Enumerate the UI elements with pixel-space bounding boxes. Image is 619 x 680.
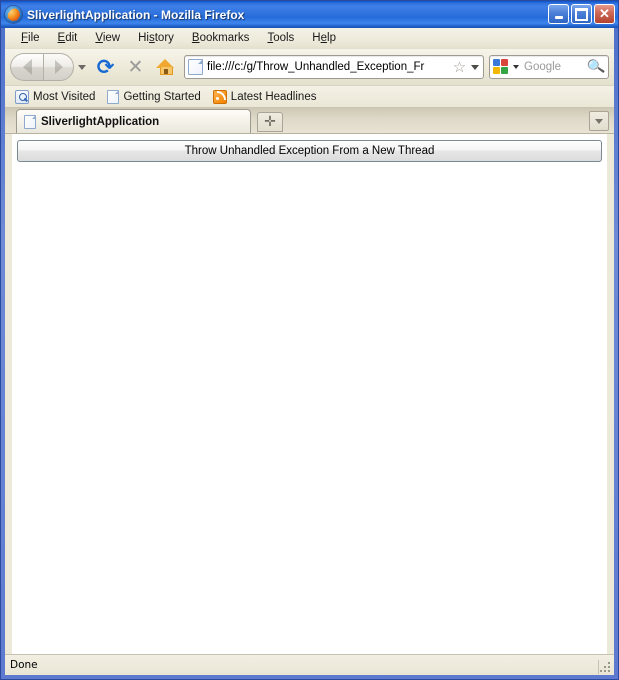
url-bar[interactable]: file:///c:/g/Throw_Unhandled_Exception_F… [184, 55, 484, 79]
new-tab-button[interactable]: ✛ [257, 112, 283, 132]
bookmark-most-visited[interactable]: Most Visited [12, 89, 101, 105]
firefox-logo-icon [5, 6, 22, 23]
menu-file-label: ile [28, 32, 40, 44]
plus-icon: ✛ [264, 114, 276, 130]
window-controls: ✕ [548, 4, 615, 24]
bookmark-getting-started[interactable]: Getting Started [104, 89, 206, 105]
search-bar[interactable]: Google 🔍 [489, 55, 609, 79]
title-bar[interactable]: SliverlightApplication - Mozilla Firefox… [1, 1, 618, 28]
page-icon [24, 114, 36, 129]
stop-button[interactable]: ✕ [122, 54, 149, 81]
page-icon [107, 89, 120, 104]
rss-icon [212, 89, 227, 104]
google-icon [493, 59, 509, 75]
close-icon: ✕ [599, 6, 610, 21]
menu-history[interactable]: History [129, 30, 183, 46]
bookmark-star-icon[interactable]: ☆ [451, 59, 468, 76]
reload-icon: ⟳ [96, 54, 115, 79]
list-all-tabs-button[interactable] [589, 111, 609, 131]
close-button[interactable]: ✕ [594, 4, 615, 24]
back-button[interactable] [10, 53, 44, 81]
back-forward-group [10, 53, 89, 81]
most-visited-icon [15, 89, 29, 104]
tab-bar: SliverlightApplication ✛ [5, 108, 614, 134]
history-dropdown-button[interactable] [75, 53, 89, 81]
chevron-down-icon [78, 64, 86, 70]
bookmark-label: Getting Started [123, 90, 201, 103]
url-dropdown-button[interactable] [468, 64, 481, 70]
menu-file[interactable]: File [12, 30, 49, 46]
chevron-down-icon [470, 64, 479, 70]
forward-button[interactable] [43, 53, 74, 81]
home-icon [156, 59, 175, 75]
window-title: SliverlightApplication - Mozilla Firefox [27, 7, 245, 22]
magnifier-icon[interactable]: 🔍 [586, 58, 606, 77]
chevron-down-icon [595, 118, 603, 124]
throw-unhandled-exception-button[interactable]: Throw Unhandled Exception From a New Thr… [17, 140, 602, 162]
page-viewport: Throw Unhandled Exception From a New Thr… [5, 134, 614, 654]
client-area: File Edit View History Bookmarks Tools H… [5, 28, 614, 675]
page-icon [188, 59, 203, 75]
status-bar: Done [5, 654, 614, 675]
reload-button[interactable]: ⟳ [92, 54, 119, 81]
tab-sliverlightapplication[interactable]: SliverlightApplication [16, 109, 251, 133]
bookmark-label: Most Visited [33, 90, 96, 103]
tab-label: SliverlightApplication [41, 115, 160, 128]
search-engine-dropdown[interactable] [510, 65, 521, 69]
browser-window: SliverlightApplication - Mozilla Firefox… [0, 0, 619, 680]
menu-edit[interactable]: Edit [49, 30, 87, 46]
menu-view[interactable]: View [86, 30, 129, 46]
search-input[interactable]: Google [521, 61, 587, 73]
page-content: Throw Unhandled Exception From a New Thr… [12, 134, 607, 654]
url-input[interactable]: file:///c:/g/Throw_Unhandled_Exception_F… [207, 61, 451, 73]
chevron-down-icon [512, 65, 519, 69]
resize-grip-icon[interactable] [598, 660, 612, 674]
bookmark-label: Latest Headlines [230, 90, 317, 103]
back-arrow-icon [23, 59, 32, 75]
bookmark-latest-headlines[interactable]: Latest Headlines [210, 89, 323, 105]
stop-icon: ✕ [127, 55, 144, 78]
bookmarks-toolbar: Most Visited Getting Started Latest Head… [5, 86, 614, 108]
menu-help[interactable]: Help [303, 30, 345, 46]
minimize-button[interactable] [548, 4, 569, 24]
menu-bar: File Edit View History Bookmarks Tools H… [5, 28, 614, 49]
maximize-button[interactable] [571, 4, 592, 24]
status-text: Done [10, 659, 38, 671]
menu-tools[interactable]: Tools [258, 30, 303, 46]
forward-arrow-icon [54, 60, 63, 74]
menu-bookmarks[interactable]: Bookmarks [183, 30, 259, 46]
navigation-toolbar: ⟳ ✕ file:///c:/g/Throw_Unhandled_Excepti… [5, 49, 614, 86]
home-button[interactable] [152, 54, 179, 81]
